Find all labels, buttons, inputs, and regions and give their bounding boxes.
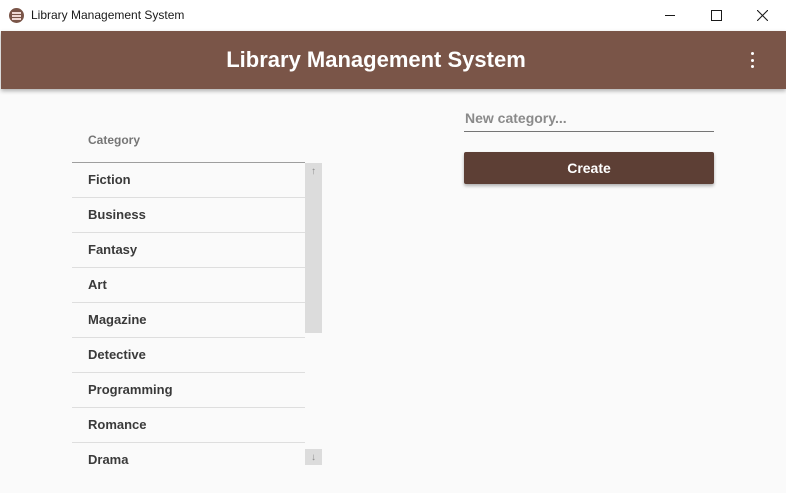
new-category-input[interactable] bbox=[464, 108, 714, 132]
close-button[interactable] bbox=[739, 0, 785, 31]
list-item-label: Programming bbox=[88, 382, 173, 397]
window-title: Library Management System bbox=[31, 8, 185, 22]
more-menu-button[interactable] bbox=[742, 50, 762, 70]
app-icon bbox=[9, 8, 24, 23]
maximize-button[interactable] bbox=[693, 0, 739, 31]
list-item[interactable]: Fiction bbox=[72, 163, 305, 198]
more-vert-icon bbox=[750, 52, 754, 55]
window-titlebar: Library Management System bbox=[0, 0, 786, 31]
list-item[interactable]: Drama bbox=[72, 443, 305, 474]
maximize-icon bbox=[710, 10, 722, 21]
scroll-down-arrow-icon[interactable]: ↓ bbox=[305, 449, 322, 465]
list-item[interactable]: Fantasy bbox=[72, 233, 305, 268]
create-button[interactable]: Create bbox=[464, 152, 714, 184]
list-item-label: Magazine bbox=[88, 312, 147, 327]
scroll-up-arrow-icon[interactable]: ↑ bbox=[305, 163, 322, 179]
list-scrollbar[interactable]: ↑ ↓ bbox=[305, 163, 322, 467]
list-item[interactable]: Magazine bbox=[72, 303, 305, 338]
app-bar: Library Management System bbox=[1, 31, 786, 89]
list-item-label: Art bbox=[88, 277, 107, 292]
scrollbar-thumb[interactable] bbox=[305, 163, 322, 333]
list-item-label: Fantasy bbox=[88, 242, 138, 257]
list-item-label: Business bbox=[88, 207, 146, 222]
list-item-label: Drama bbox=[88, 452, 129, 467]
category-column-header[interactable]: Category bbox=[72, 120, 305, 163]
minimize-button[interactable] bbox=[647, 0, 693, 31]
app-title: Library Management System bbox=[226, 47, 526, 72]
list-item[interactable]: Romance bbox=[72, 408, 305, 443]
list-item[interactable]: Business bbox=[72, 198, 305, 233]
list-item-label: Romance bbox=[88, 417, 147, 432]
category-list: Fiction Business Fantasy Art Magazine De… bbox=[72, 163, 305, 474]
list-item[interactable]: Art bbox=[72, 268, 305, 303]
list-item[interactable]: Programming bbox=[72, 373, 305, 408]
list-item-label: Fiction bbox=[88, 172, 131, 187]
list-item-label: Detective bbox=[88, 347, 146, 362]
close-icon bbox=[756, 10, 768, 21]
minimize-icon bbox=[665, 15, 675, 16]
category-header-label: Category bbox=[88, 133, 141, 147]
list-item[interactable]: Detective bbox=[72, 338, 305, 373]
